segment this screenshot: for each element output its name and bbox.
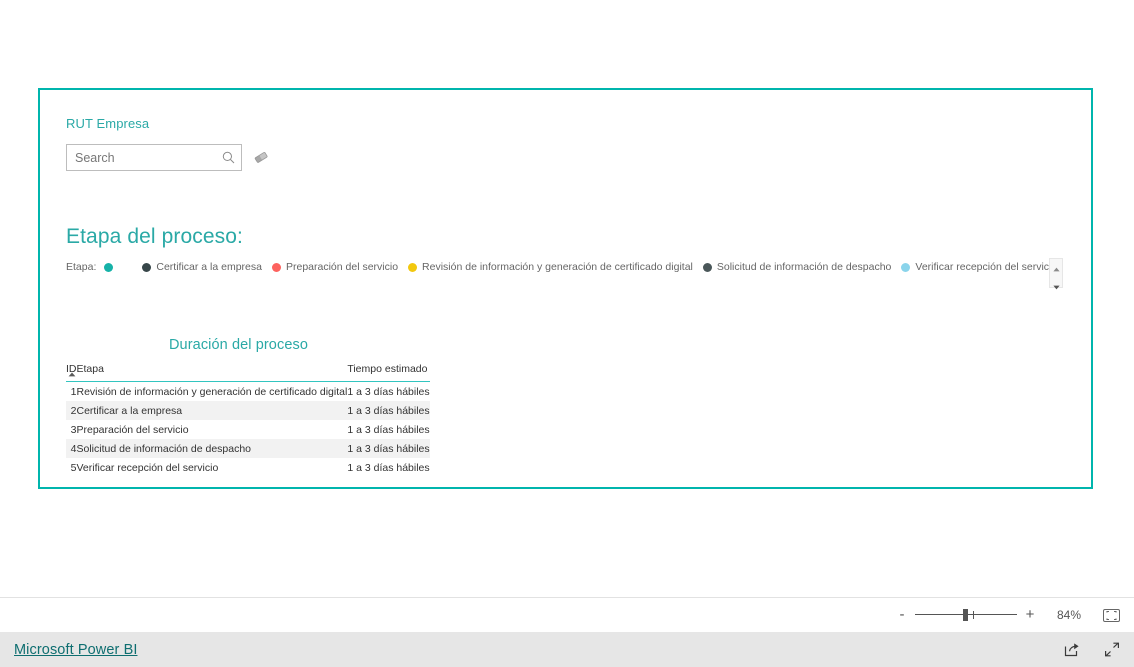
- eraser-icon[interactable]: [254, 151, 269, 164]
- legend-item[interactable]: Solicitud de información de despacho: [702, 260, 892, 274]
- cell-tiempo: 1 a 3 días hábiles: [347, 401, 430, 420]
- cell-etapa: Solicitud de información de despacho: [76, 439, 348, 458]
- fullscreen-icon[interactable]: [1104, 642, 1120, 657]
- legend-scroll-spinner[interactable]: [1049, 258, 1063, 290]
- cell-etapa: Certificar a la empresa: [76, 401, 348, 420]
- cell-id: 3: [70, 423, 77, 436]
- share-icon[interactable]: [1064, 642, 1080, 657]
- zoom-level-value: 84%: [1056, 608, 1081, 622]
- search-icon[interactable]: [222, 151, 235, 164]
- zoom-slider[interactable]: [915, 608, 1017, 622]
- table-title: Duración del proceso: [168, 337, 309, 353]
- zoom-out-button[interactable]: -: [895, 607, 909, 622]
- report-canvas: RUT Empresa Search Etapa del proceso: Et…: [38, 88, 1093, 489]
- cell-id: 4: [66, 439, 77, 458]
- zoom-in-button[interactable]: +: [1023, 607, 1037, 622]
- legend-item[interactable]: Certificar a la empresa: [142, 261, 262, 274]
- data-table: ID Etapa Tiempo estimado 1 Revisión de i…: [66, 363, 430, 477]
- table-row[interactable]: 1 Revisión de información y generación d…: [66, 382, 430, 402]
- slicer-search-row: Search: [66, 144, 326, 171]
- microsoft-power-bi-link[interactable]: Microsoft Power BI: [14, 642, 137, 658]
- cell-tiempo: 1 a 3 días hábiles: [347, 423, 430, 436]
- column-header-etapa[interactable]: Etapa: [76, 363, 348, 382]
- cell-id: 2: [66, 401, 77, 420]
- cell-id: 1: [70, 385, 77, 398]
- table-duracion-del-proceso: Duración del proceso ID Etapa Tiempo est…: [66, 335, 430, 477]
- cell-etapa: Revisión de información y generación de …: [76, 385, 348, 398]
- legend-item[interactable]: [104, 262, 118, 272]
- search-input[interactable]: Search: [66, 144, 242, 171]
- etapa-del-proceso-section: Etapa del proceso: Etapa: Certificar a l…: [66, 224, 1077, 290]
- table-row[interactable]: 5 Verificar recepción del servicio 1 a 3…: [66, 458, 430, 477]
- section-title-etapa: Etapa del proceso:: [66, 225, 243, 248]
- table-row[interactable]: 3 Preparación del servicio 1 a 3 días há…: [66, 420, 430, 439]
- legend-item[interactable]: Verificar recepción del servicio: [901, 261, 1057, 274]
- cell-tiempo: 1 a 3 días hábiles: [347, 461, 430, 474]
- cell-id: 5: [70, 461, 77, 474]
- zoom-slider-tick: [973, 611, 974, 619]
- legend-label: Etapa:: [66, 261, 97, 273]
- fit-to-page-icon[interactable]: [1103, 608, 1120, 622]
- table-row[interactable]: 4 Solicitud de información de despacho 1…: [66, 439, 430, 458]
- legend-item[interactable]: Preparación del servicio: [271, 260, 399, 274]
- cell-etapa: Preparación del servicio: [76, 423, 189, 436]
- legend-item-label: Preparación del servicio: [285, 260, 399, 273]
- legend-color-swatch: [702, 262, 712, 272]
- search-placeholder: Search: [75, 150, 115, 165]
- cell-tiempo: 1 a 3 días hábiles: [347, 385, 430, 398]
- slicer-rut-empresa: RUT Empresa Search: [66, 116, 326, 171]
- legend-item[interactable]: Revisión de información y generación de …: [408, 261, 693, 274]
- legend-item-label: Verificar recepción del servicio: [915, 260, 1058, 273]
- legend-color-swatch: [408, 262, 418, 272]
- legend-item-label: Certificar a la empresa: [156, 260, 262, 273]
- cell-etapa: Verificar recepción del servicio: [76, 461, 219, 474]
- legend-item-label: Revisión de información y generación de …: [422, 260, 693, 273]
- column-header-id[interactable]: ID: [66, 363, 77, 382]
- legend-color-swatch: [142, 262, 152, 272]
- legend: Etapa: Certificar a la empresa Preparaci…: [66, 256, 1077, 290]
- slicer-title: RUT Empresa: [66, 116, 150, 131]
- sort-ascending-icon: [68, 368, 76, 380]
- cell-tiempo: 1 a 3 días hábiles: [347, 439, 430, 458]
- legend-color-swatch: [271, 262, 281, 272]
- zoom-slider-thumb[interactable]: [963, 609, 968, 621]
- table-body: 1 Revisión de información y generación d…: [66, 382, 430, 478]
- table-header-row: ID Etapa Tiempo estimado: [66, 363, 430, 382]
- chevron-down-icon[interactable]: [1052, 277, 1060, 295]
- footer-bar: Microsoft Power BI: [0, 632, 1134, 667]
- legend-color-swatch: [901, 262, 911, 272]
- chevron-up-icon[interactable]: [1052, 259, 1060, 277]
- column-header-tiempo-estimado[interactable]: Tiempo estimado: [347, 363, 430, 382]
- table-row[interactable]: 2 Certificar a la empresa 1 a 3 días háb…: [66, 401, 430, 420]
- legend-color-swatch: [104, 262, 114, 272]
- legend-item-label: Solicitud de información de despacho: [716, 260, 892, 273]
- zoom-toolbar: - + 84%: [0, 597, 1134, 632]
